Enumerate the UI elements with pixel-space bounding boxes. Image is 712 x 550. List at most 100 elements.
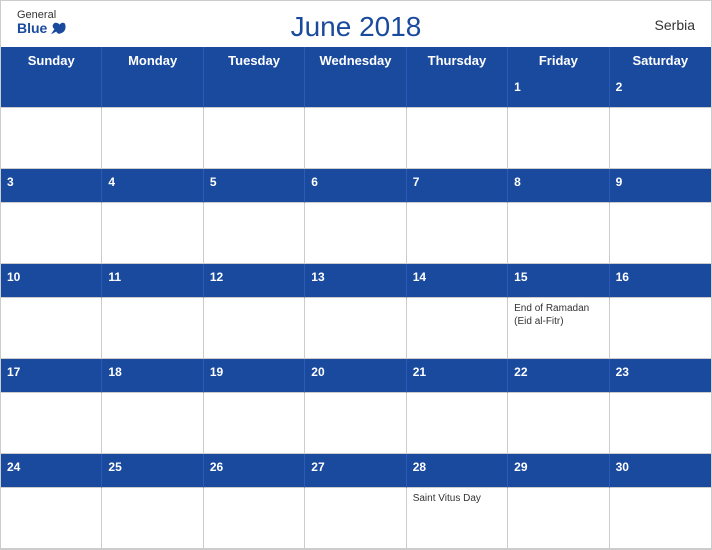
- num-cell-w5-d5: 28: [407, 454, 508, 488]
- date-29: 29: [514, 460, 527, 474]
- logo-blue: Blue: [17, 21, 67, 36]
- num-cell-w3-d1: 10: [1, 264, 102, 298]
- content-cell-w3-d5: [407, 298, 508, 360]
- content-cell-w5-d4: [305, 488, 406, 550]
- content-cell-w1-d2: [102, 108, 203, 170]
- num-cell-w2-d6: 8: [508, 169, 609, 203]
- date-17: 17: [7, 365, 20, 379]
- num-cell-w2-d2: 4: [102, 169, 203, 203]
- day-tuesday: Tuesday: [204, 47, 305, 74]
- num-cell-w4-d7: 23: [610, 359, 711, 393]
- logo-bird-icon: [49, 22, 67, 36]
- logo-area: General Blue: [17, 9, 67, 36]
- num-cell-w5-d3: 26: [204, 454, 305, 488]
- content-cell-w2-d2: [102, 203, 203, 265]
- num-cell-w3-d4: 13: [305, 264, 406, 298]
- content-cell-w1-d6: [508, 108, 609, 170]
- content-cell-w5-d3: [204, 488, 305, 550]
- date-22: 22: [514, 365, 527, 379]
- date-13: 13: [311, 270, 324, 284]
- num-cell-w4-d3: 19: [204, 359, 305, 393]
- content-cell-w4-d3: [204, 393, 305, 455]
- num-cell-w1-d3: [204, 74, 305, 108]
- date-7: 7: [413, 175, 420, 189]
- num-cell-w5-d6: 29: [508, 454, 609, 488]
- date-12: 12: [210, 270, 223, 284]
- content-cell-w4-d6: [508, 393, 609, 455]
- content-cell-w1-d3: [204, 108, 305, 170]
- content-cell-w2-d5: [407, 203, 508, 265]
- num-cell-w2-d7: 9: [610, 169, 711, 203]
- content-cell-w1-d4: [305, 108, 406, 170]
- date-25: 25: [108, 460, 121, 474]
- num-cell-w5-d7: 30: [610, 454, 711, 488]
- day-saturday: Saturday: [610, 47, 711, 74]
- num-cell-w3-d5: 14: [407, 264, 508, 298]
- date-20: 20: [311, 365, 324, 379]
- content-cell-w3-d6: End of Ramadan (Eid al-Fitr): [508, 298, 609, 360]
- num-cell-w3-d2: 11: [102, 264, 203, 298]
- day-thursday: Thursday: [407, 47, 508, 74]
- date-11: 11: [108, 270, 121, 284]
- calendar-header: General Blue June 2018 Serbia: [1, 1, 711, 47]
- content-cell-w3-d4: [305, 298, 406, 360]
- num-cell-w3-d3: 12: [204, 264, 305, 298]
- num-cell-w4-d6: 22: [508, 359, 609, 393]
- num-cell-w1-d7: 2: [610, 74, 711, 108]
- num-cell-w4-d4: 20: [305, 359, 406, 393]
- content-cell-w4-d4: [305, 393, 406, 455]
- date-4: 4: [108, 175, 115, 189]
- day-sunday: Sunday: [1, 47, 102, 74]
- date-19: 19: [210, 365, 223, 379]
- date-9: 9: [616, 175, 623, 189]
- content-cell-w3-d3: [204, 298, 305, 360]
- country-label: Serbia: [655, 17, 695, 33]
- day-wednesday: Wednesday: [305, 47, 406, 74]
- date-2: 2: [616, 80, 623, 94]
- content-cell-w2-d1: [1, 203, 102, 265]
- content-cell-w5-d5: Saint Vitus Day: [407, 488, 508, 550]
- content-cell-w1-d5: [407, 108, 508, 170]
- num-cell-w4-d2: 18: [102, 359, 203, 393]
- num-cell-w1-d1: [1, 74, 102, 108]
- num-cell-w1-d2: [102, 74, 203, 108]
- num-cell-w1-d4: [305, 74, 406, 108]
- date-30: 30: [616, 460, 629, 474]
- event-w5-d5: Saint Vitus Day: [413, 492, 501, 505]
- date-3: 3: [7, 175, 14, 189]
- date-16: 16: [616, 270, 629, 284]
- num-cell-w2-d5: 7: [407, 169, 508, 203]
- date-1: 1: [514, 80, 521, 94]
- num-cell-w1-d5: [407, 74, 508, 108]
- content-cell-w4-d5: [407, 393, 508, 455]
- content-cell-w3-d2: [102, 298, 203, 360]
- date-28: 28: [413, 460, 426, 474]
- date-26: 26: [210, 460, 223, 474]
- content-cell-w2-d7: [610, 203, 711, 265]
- content-cell-w4-d1: [1, 393, 102, 455]
- content-cell-w2-d6: [508, 203, 609, 265]
- content-cell-w4-d7: [610, 393, 711, 455]
- num-cell-w4-d5: 21: [407, 359, 508, 393]
- content-cell-w5-d1: [1, 488, 102, 550]
- num-cell-w5-d1: 24: [1, 454, 102, 488]
- num-cell-w2-d1: 3: [1, 169, 102, 203]
- num-cell-w4-d1: 17: [1, 359, 102, 393]
- date-18: 18: [108, 365, 121, 379]
- calendar-grid: 12345678910111213141516End of Ramadan (E…: [1, 74, 711, 549]
- content-cell-w1-d7: [610, 108, 711, 170]
- calendar-title: June 2018: [291, 11, 422, 43]
- event-w3-d6: End of Ramadan (Eid al-Fitr): [514, 302, 602, 328]
- content-cell-w4-d2: [102, 393, 203, 455]
- calendar-container: General Blue June 2018 Serbia Sunday Mon…: [0, 0, 712, 550]
- content-cell-w5-d7: [610, 488, 711, 550]
- num-cell-w2-d3: 5: [204, 169, 305, 203]
- content-cell-w5-d6: [508, 488, 609, 550]
- num-cell-w3-d7: 16: [610, 264, 711, 298]
- date-14: 14: [413, 270, 426, 284]
- date-21: 21: [413, 365, 426, 379]
- date-10: 10: [7, 270, 20, 284]
- num-cell-w3-d6: 15: [508, 264, 609, 298]
- date-15: 15: [514, 270, 527, 284]
- date-24: 24: [7, 460, 20, 474]
